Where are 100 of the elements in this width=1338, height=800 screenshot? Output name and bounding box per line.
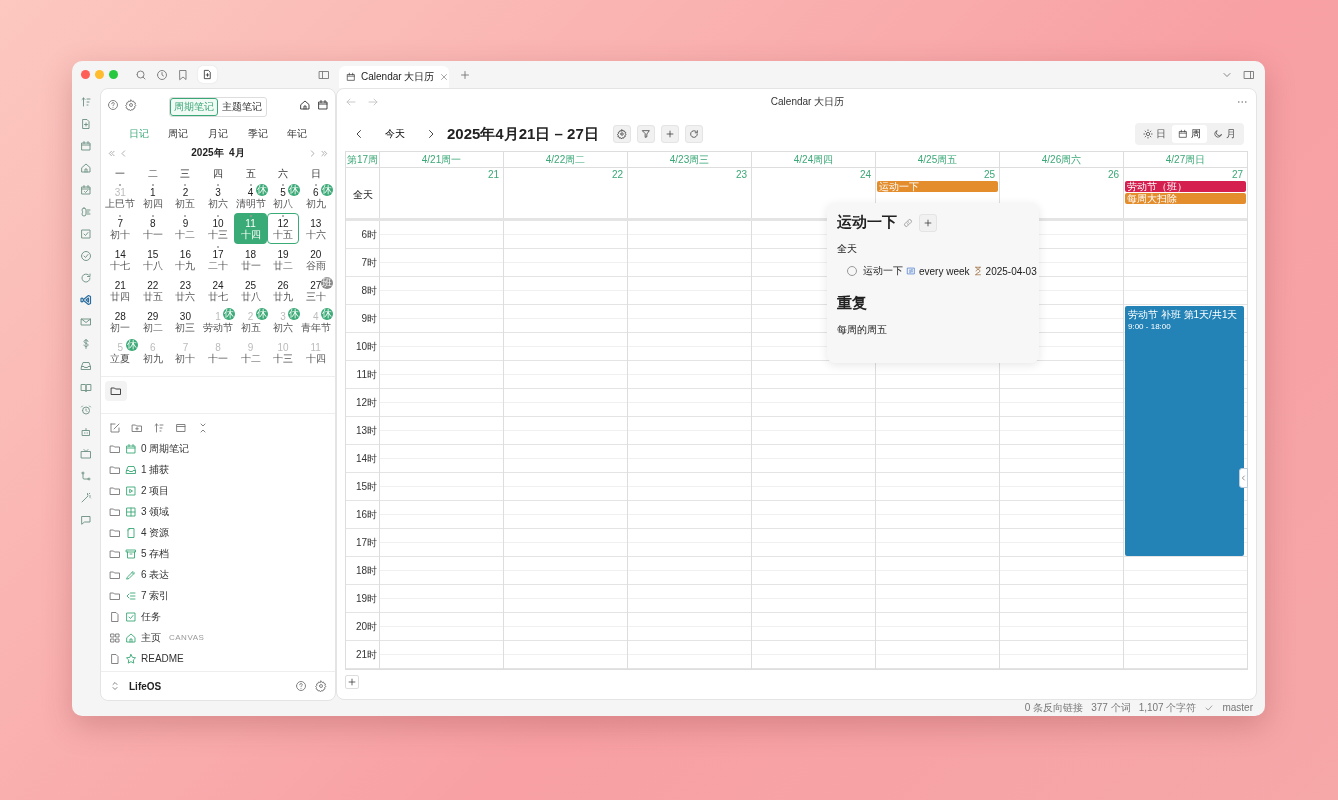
dollar-icon[interactable] [80, 338, 92, 350]
chat-icon[interactable] [80, 514, 92, 526]
calendar-day[interactable]: 25 廿八 [234, 275, 267, 306]
backlinks-count[interactable]: 0 条反向链接 [1024, 700, 1084, 715]
calendar-day[interactable]: 2 休 初五 [234, 306, 267, 337]
file-name[interactable]: README [141, 653, 184, 664]
folder-icon[interactable] [109, 589, 121, 602]
refresh-icon[interactable] [80, 272, 92, 284]
folder-name[interactable]: 3 领域 [141, 504, 170, 519]
settings-button[interactable] [612, 125, 631, 143]
folder-name[interactable]: 1 捕获 [141, 462, 170, 477]
calendar-day[interactable]: 4 休 青年节 [299, 306, 332, 337]
sidebar-toggle-icon[interactable] [1243, 68, 1255, 81]
file-icon[interactable] [109, 652, 121, 665]
tv-icon[interactable] [80, 448, 92, 460]
folder-icon[interactable] [109, 547, 121, 560]
refresh-button[interactable] [684, 125, 703, 143]
file-name[interactable]: 任务 [141, 609, 161, 624]
new-folder-icon[interactable] [131, 422, 143, 434]
add-button[interactable] [345, 675, 359, 689]
view-tab[interactable]: 周 [1172, 125, 1207, 143]
file-plus-icon[interactable] [80, 118, 92, 130]
inbox-icon[interactable] [80, 360, 92, 372]
folder-icon[interactable] [109, 568, 121, 581]
double-chevron-left-icon[interactable] [107, 148, 116, 158]
chevron-right-icon[interactable] [308, 148, 317, 158]
add-button[interactable] [660, 125, 679, 143]
calendar-day[interactable]: 1 初四 [136, 182, 170, 213]
sort-icon[interactable] [153, 422, 165, 434]
link-icon[interactable] [903, 217, 913, 228]
double-chevron-right-icon[interactable] [320, 148, 329, 158]
back-arrow-icon[interactable] [345, 96, 357, 108]
period-tab[interactable]: 月记 [204, 125, 232, 143]
git-branch[interactable]: master [1222, 702, 1253, 713]
calendar-day[interactable]: 13 十六 [299, 213, 332, 244]
folder-name[interactable]: 5 存档 [141, 546, 170, 561]
side-panel-handle[interactable] [1239, 468, 1248, 488]
folder-icon[interactable] [109, 526, 121, 539]
calendar-day[interactable]: 7 初十 [169, 337, 202, 368]
add-button[interactable] [919, 213, 937, 232]
branch-icon[interactable] [80, 470, 92, 482]
calendar-day[interactable]: 26 廿九 [266, 275, 300, 306]
calendar-day[interactable]: 19 廿二 [266, 244, 300, 275]
plus-icon[interactable] [459, 68, 471, 81]
window-zoom-button[interactable] [109, 70, 118, 79]
folder-name[interactable]: 6 表达 [141, 567, 170, 582]
window-minimize-button[interactable] [95, 70, 104, 79]
calendar-day[interactable]: 30 初三 [169, 306, 202, 337]
calendar-day[interactable]: 10 十三 [201, 213, 235, 244]
settings-icon[interactable] [125, 99, 137, 111]
calendar-icon[interactable] [317, 99, 329, 111]
period-tab[interactable]: 年记 [283, 125, 312, 143]
calendar-day[interactable]: 6 初九 [136, 337, 170, 368]
checkbox-icon[interactable] [80, 228, 92, 240]
calendar-day[interactable]: 15 十八 [136, 244, 170, 275]
all-day-event[interactable]: 劳动节（班） [1125, 181, 1246, 192]
timed-event[interactable]: 劳动节 补班 第1天/共1天 9:00 - 18:00 [1125, 306, 1244, 556]
calendar-day[interactable]: 27班 三十 [299, 275, 332, 306]
file-name[interactable]: 主页 [141, 630, 161, 645]
calendar-day[interactable]: 2 初五 [169, 182, 202, 213]
help-icon[interactable] [295, 680, 307, 692]
calendar-day[interactable]: 3 初六 [201, 182, 235, 213]
calendar-day[interactable]: 16 十九 [169, 244, 202, 275]
search-icon[interactable] [135, 68, 147, 81]
day-column[interactable]: 劳动节 补班 第1天/共1天 9:00 - 18:00 [1123, 221, 1247, 669]
sort-icon[interactable] [80, 96, 92, 108]
calendar-day[interactable]: 21 廿四 [104, 275, 137, 306]
grid-icon[interactable] [109, 631, 121, 644]
calendar-day[interactable]: 17 二十 [201, 244, 235, 275]
brain-icon[interactable] [80, 206, 92, 218]
settings-icon[interactable] [315, 680, 327, 692]
period-tab[interactable]: 周记 [164, 125, 193, 143]
calendar-day[interactable]: 18 廿一 [234, 244, 267, 275]
calendar-day[interactable]: 20 谷雨 [299, 244, 332, 275]
folder-icon[interactable] [109, 463, 121, 476]
code-editor-icon[interactable] [80, 294, 92, 306]
folder-name[interactable]: 2 项目 [141, 483, 170, 498]
folder-icon[interactable] [109, 442, 121, 455]
calendar-day[interactable]: 10 十三 [266, 337, 300, 368]
view-tab[interactable]: 月 [1207, 125, 1242, 143]
calendar-day[interactable]: 6 休 初九 [299, 182, 332, 213]
calendar-day[interactable]: 24 廿七 [201, 275, 235, 306]
note-type-tab[interactable]: 主题笔记 [218, 98, 266, 116]
calendar-day[interactable]: 9 十二 [234, 337, 267, 368]
period-tab[interactable]: 季记 [243, 125, 272, 143]
bookmark-icon[interactable] [177, 68, 189, 81]
folder-icon[interactable] [109, 505, 121, 518]
new-note-icon[interactable] [109, 422, 121, 434]
clock-icon[interactable] [156, 68, 168, 81]
vault-name[interactable]: LifeOS [129, 680, 162, 692]
help-icon[interactable] [107, 99, 119, 111]
calendar-day[interactable]: 1 休 劳动节 [201, 306, 235, 337]
book-icon[interactable] [80, 382, 92, 394]
calendar-day[interactable]: 8 十一 [201, 337, 235, 368]
calendar-day[interactable]: 31 上巳节 [104, 182, 137, 213]
calendar-day[interactable]: 4 休 清明节 [234, 182, 267, 213]
window-close-button[interactable] [81, 70, 90, 79]
sidebar-toggle-icon[interactable] [318, 68, 330, 81]
view-tab[interactable]: 日 [1137, 125, 1172, 143]
folder-name[interactable]: 7 索引 [141, 588, 170, 603]
